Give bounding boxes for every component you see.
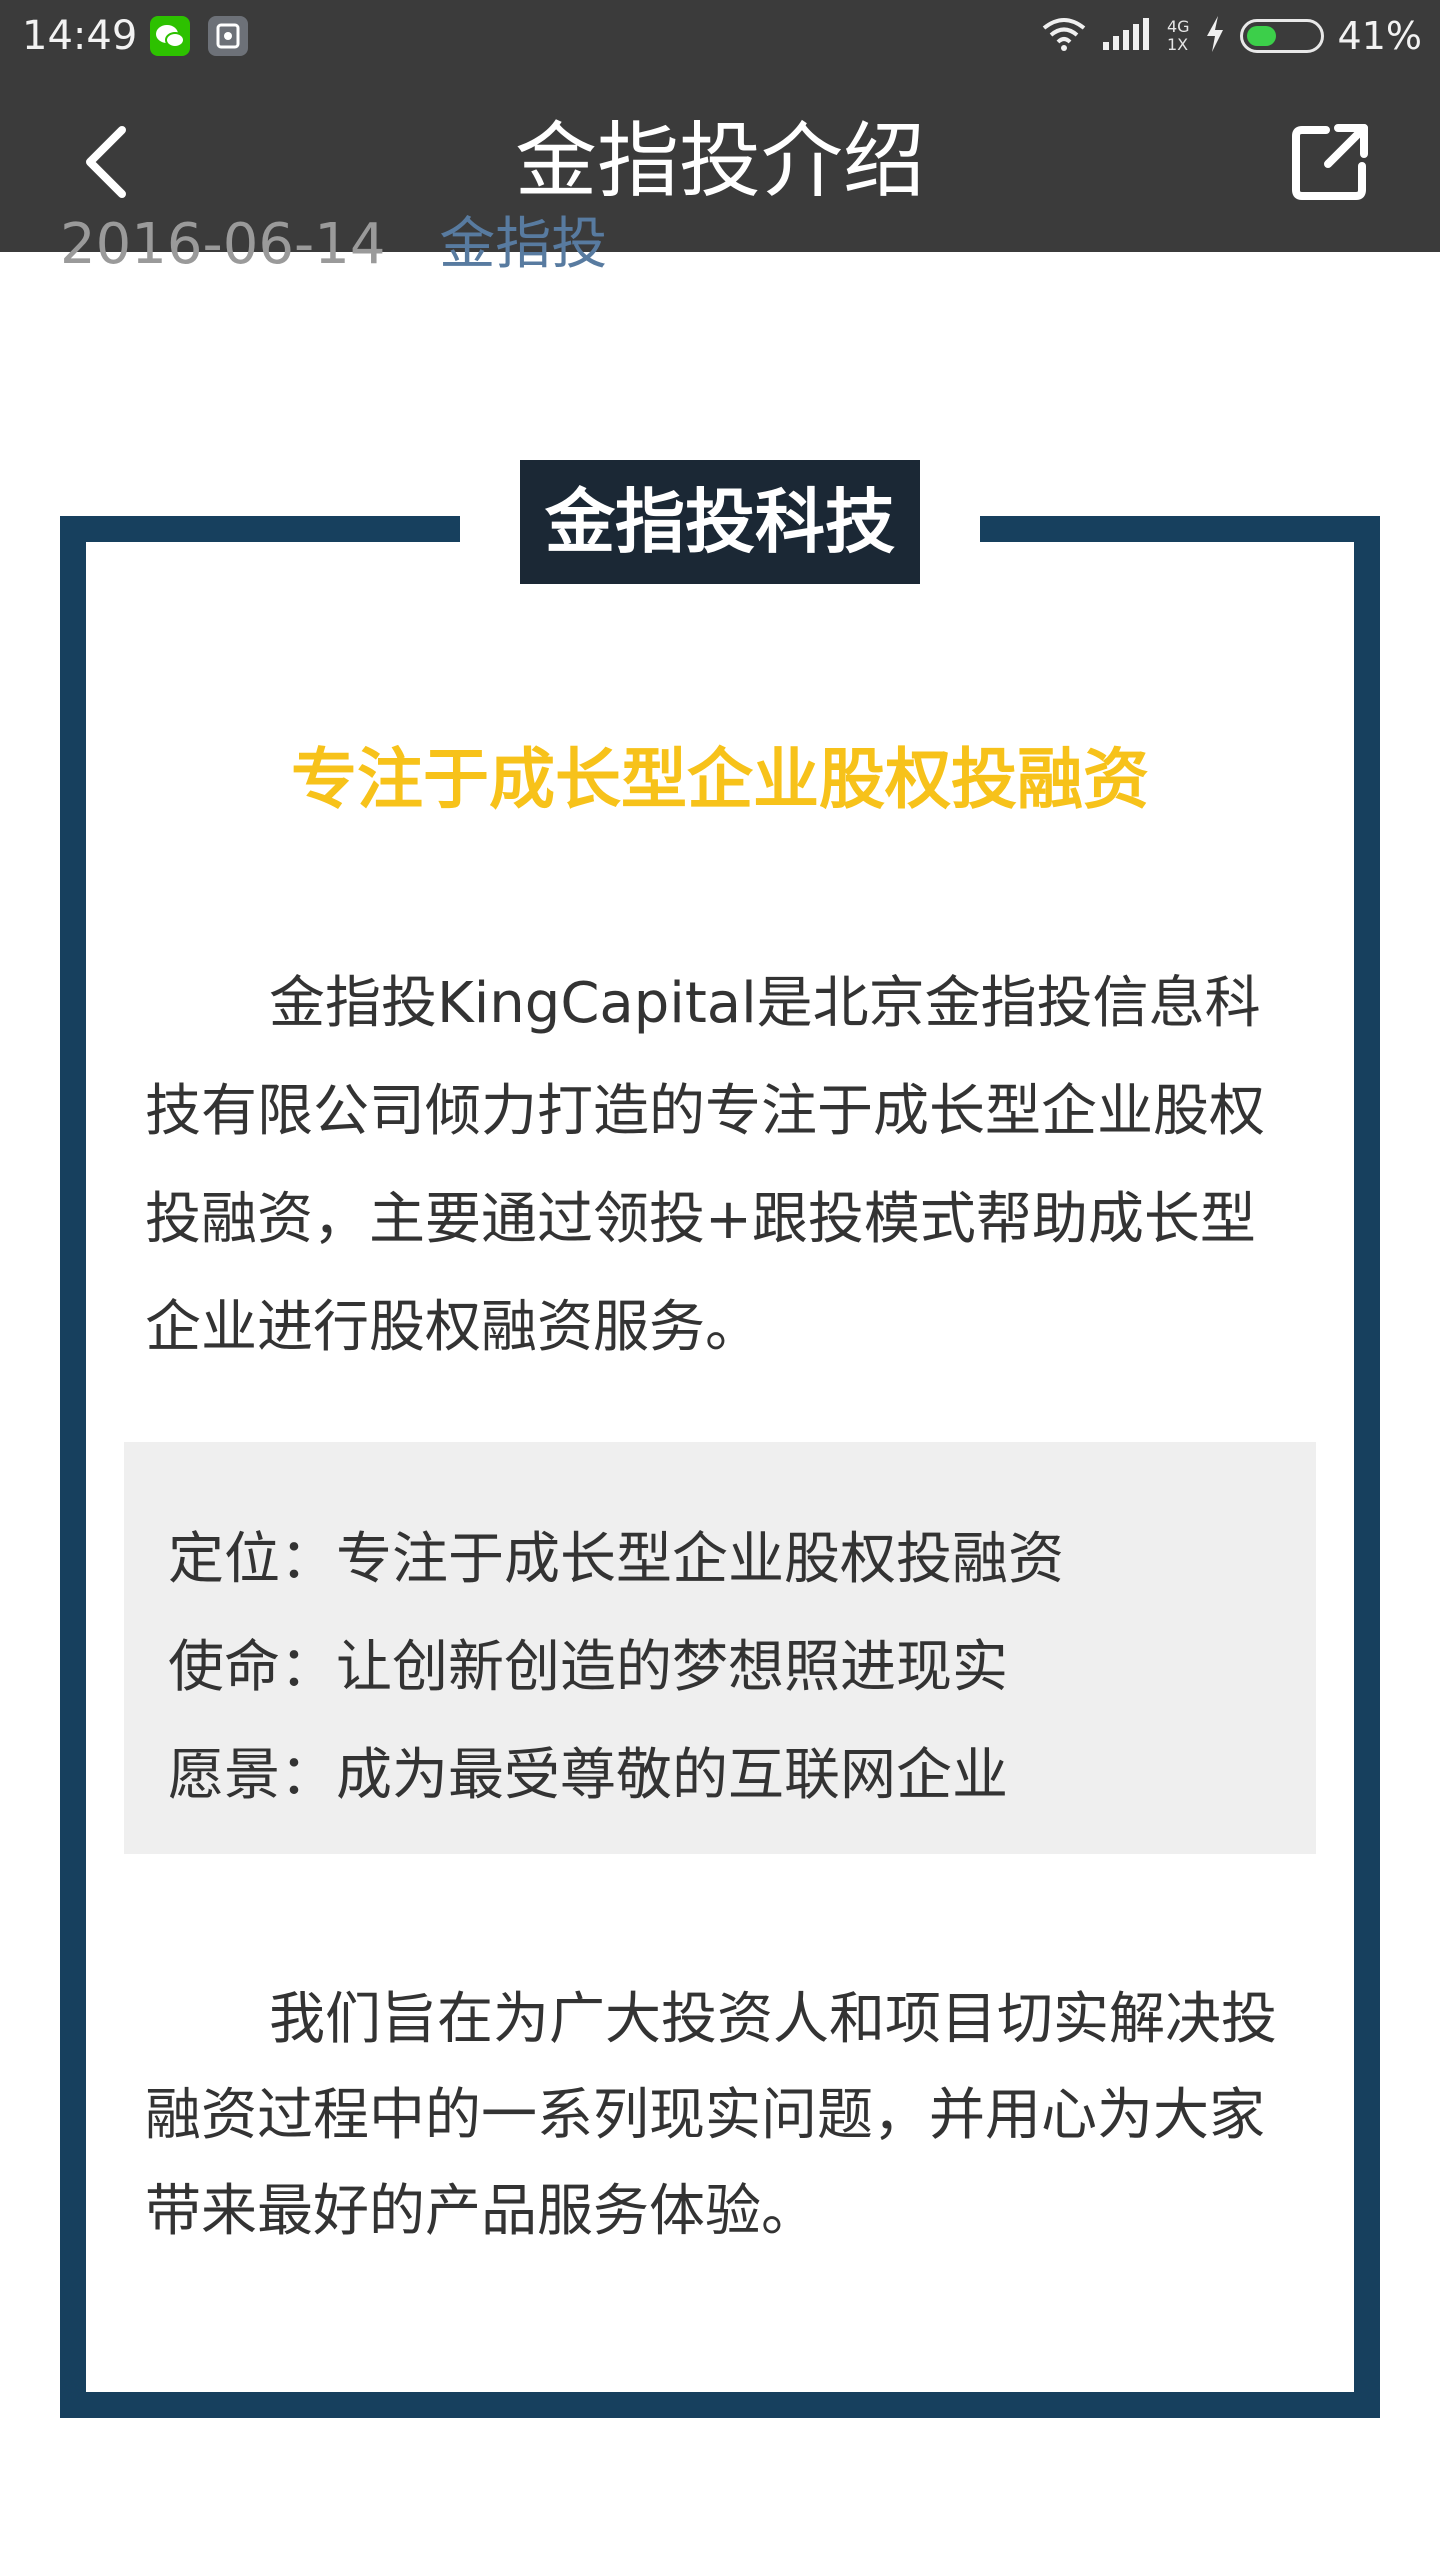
status-bar: 14:49 4G 1X 41% xyxy=(0,0,1440,72)
wifi-icon xyxy=(1041,16,1087,56)
external-link-icon xyxy=(1292,124,1368,200)
network-type: 4G 1X xyxy=(1167,18,1190,54)
info-mission: 使命：让创新创造的梦想照进现实 xyxy=(168,1635,1008,1700)
share-button[interactable] xyxy=(1280,112,1380,212)
info-positioning: 定位：专注于成长型企业股权投融资 xyxy=(168,1527,1064,1592)
charging-icon xyxy=(1204,15,1226,57)
battery-level-fill xyxy=(1246,26,1276,46)
info-box: 定位：专注于成长型企业股权投融资 使命：让创新创造的梦想照进现实 愿景：成为最受… xyxy=(124,1442,1316,1854)
slogan-heading: 专注于成长型企业股权投融资 xyxy=(291,741,1149,818)
closing-paragraph: 我们旨在为广大投资人和项目切实解决投融资过程中的一系列现实问题，并用心为大家带来… xyxy=(145,1987,1277,2244)
article-date: 2016-06-14 xyxy=(60,212,386,277)
status-indicators: 4G 1X 41% xyxy=(1041,12,1422,60)
network-type-bottom: 1X xyxy=(1166,35,1189,54)
page-title: 金指投介绍 xyxy=(514,114,925,209)
battery-icon xyxy=(1239,19,1324,53)
network-type-top: 4G xyxy=(1166,17,1190,36)
article-author-link[interactable]: 金指投 xyxy=(439,212,607,277)
info-vision: 愿景：成为最受尊敬的互联网企业 xyxy=(168,1743,1008,1808)
wechat-icon xyxy=(150,16,190,56)
article-page: 14:49 4G 1X 41% 金指投介绍 2016-06-14 金指投 金指投… xyxy=(0,0,1440,2560)
battery-percent: 41% xyxy=(1337,14,1422,58)
signal-icon xyxy=(1101,16,1153,56)
article-meta: 2016-06-14 金指投 xyxy=(60,210,607,280)
notification-icon xyxy=(208,16,248,56)
intro-paragraph: 金指投KingCapital是北京金指投信息科技有限公司倾力打造的专注于成长型企… xyxy=(145,971,1265,1360)
frame-title-badge: 金指投科技 xyxy=(520,460,920,584)
status-time: 14:49 xyxy=(22,13,138,59)
